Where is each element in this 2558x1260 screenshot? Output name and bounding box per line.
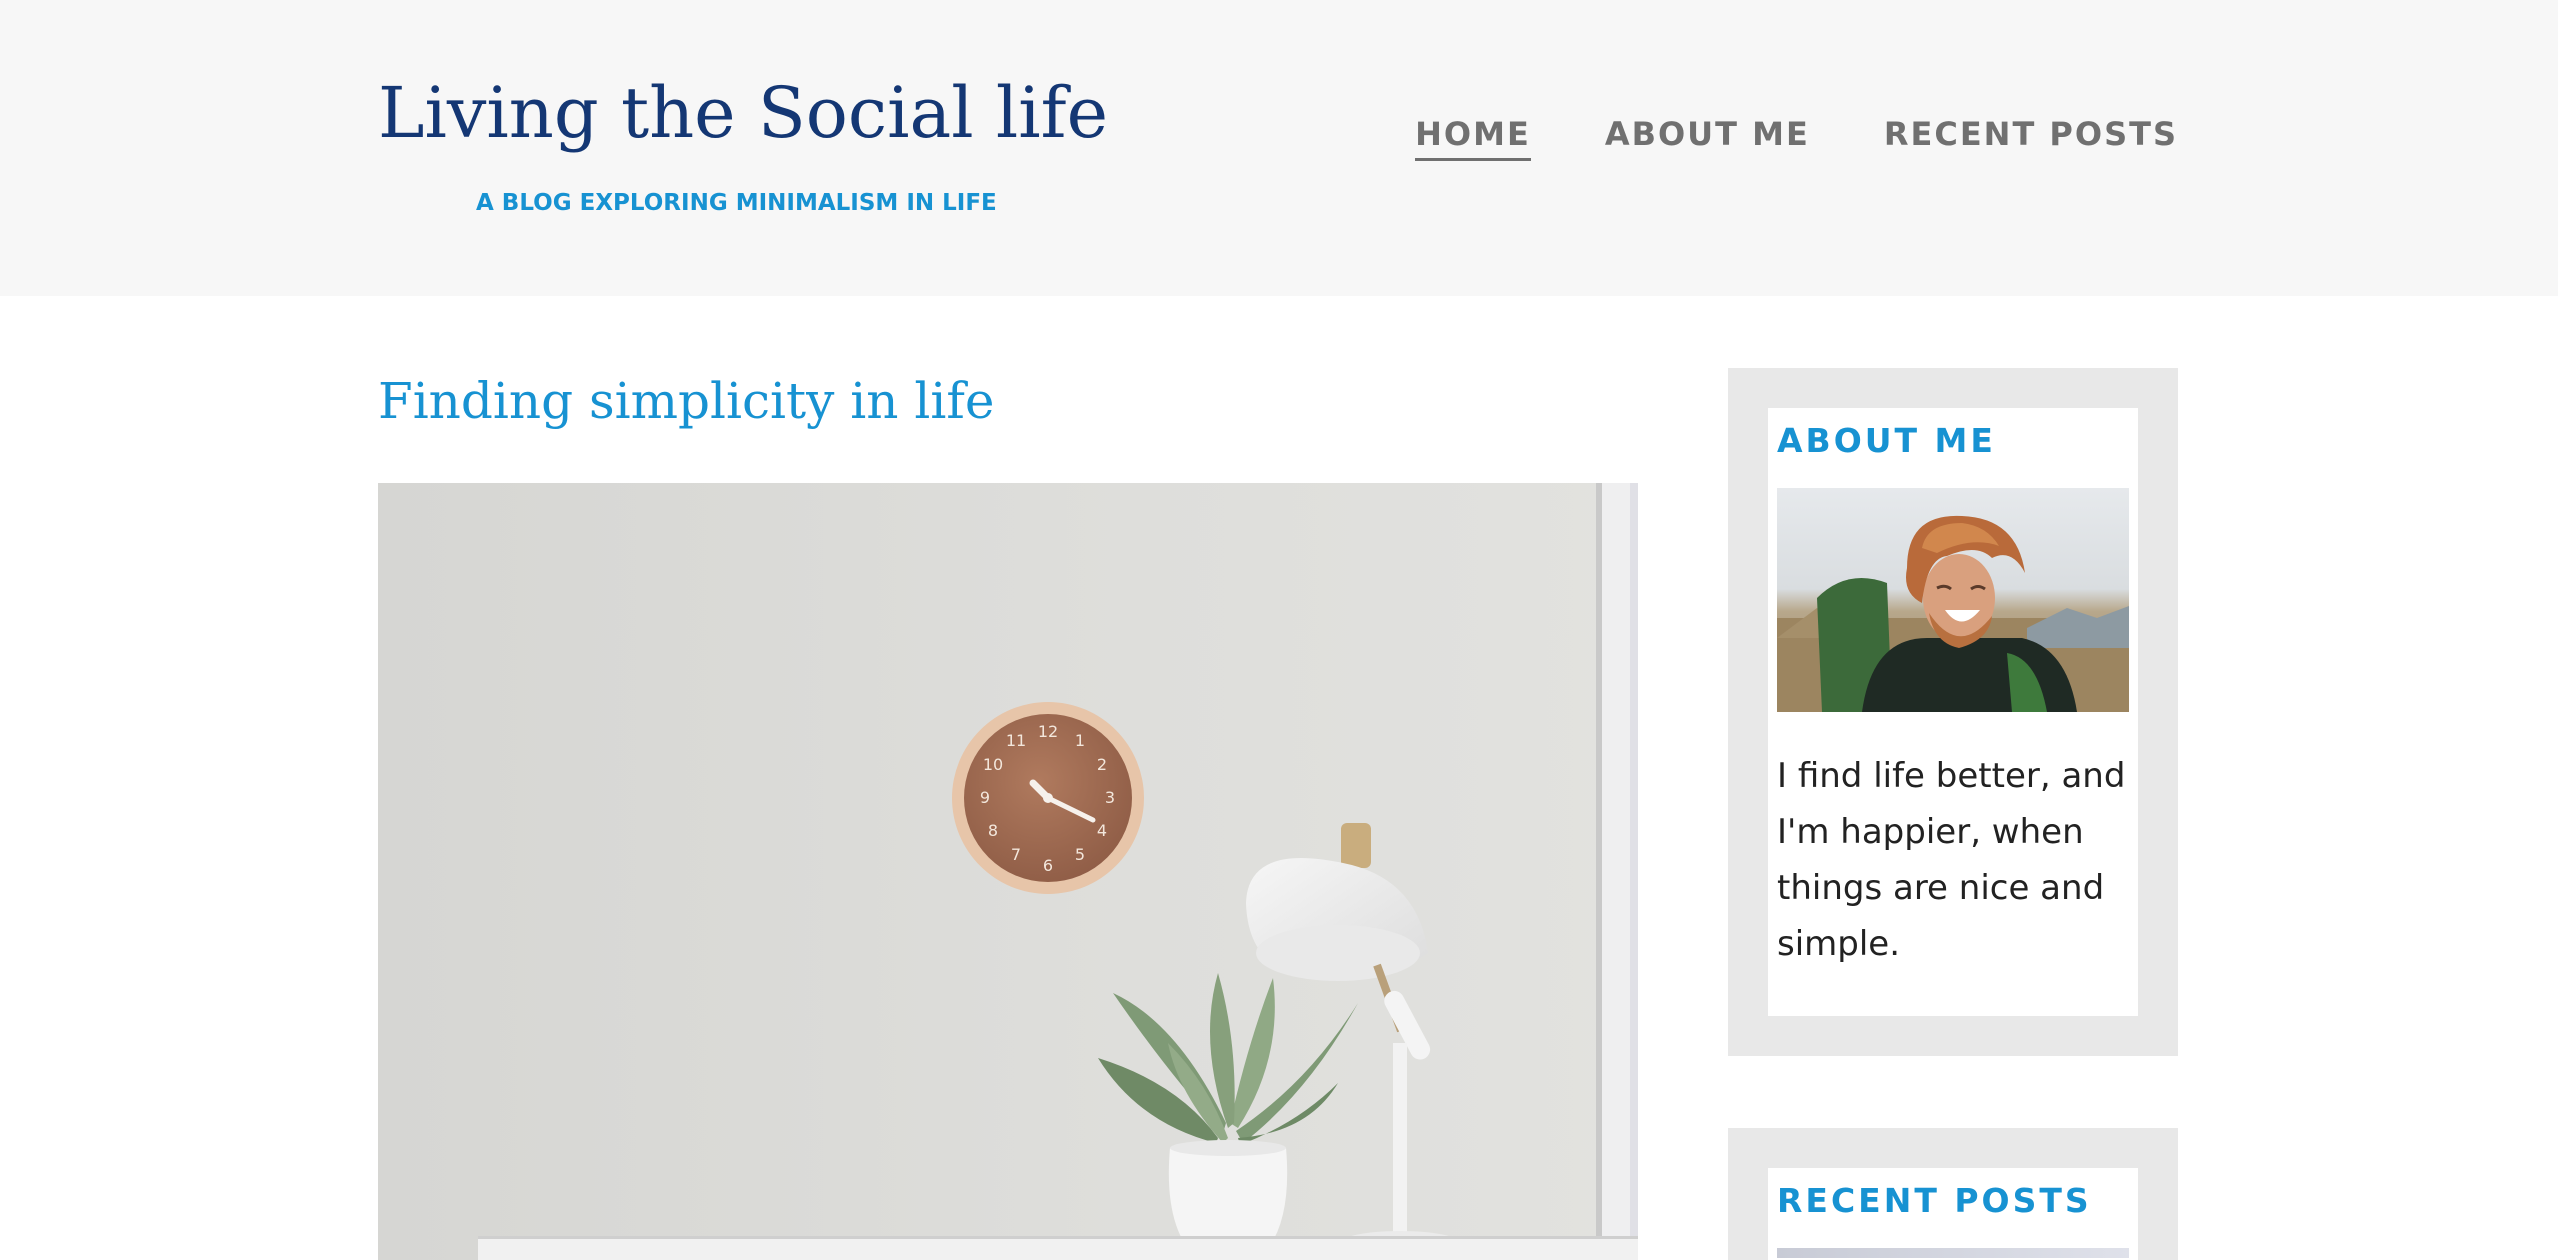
- recent-posts-card: RECENT POSTS: [1768, 1168, 2138, 1260]
- author-photo: [1777, 488, 2129, 712]
- article-featured-image[interactable]: 12 1 2 3 4 5 6 7 8 9 10 11: [378, 483, 1638, 1260]
- svg-text:1: 1: [1075, 731, 1085, 750]
- svg-text:10: 10: [983, 755, 1003, 774]
- svg-text:12: 12: [1038, 722, 1058, 741]
- svg-text:5: 5: [1075, 845, 1085, 864]
- recent-post-thumbnail[interactable]: [1777, 1248, 2129, 1258]
- svg-text:9: 9: [980, 788, 990, 807]
- clock-illustration: 12 1 2 3 4 5 6 7 8 9 10 11: [952, 702, 1144, 894]
- svg-text:3: 3: [1105, 788, 1115, 807]
- svg-text:7: 7: [1011, 845, 1021, 864]
- svg-text:4: 4: [1097, 821, 1107, 840]
- site-subtitle: A BLOG EXPLORING MINIMALISM IN LIFE: [476, 190, 997, 216]
- about-me-widget: ABOUT ME I find life better, and I'm hap…: [1728, 368, 2178, 1056]
- article-title[interactable]: Finding simplicity in life: [378, 376, 994, 426]
- svg-text:6: 6: [1043, 856, 1053, 875]
- nav-recent-posts-link[interactable]: RECENT POSTS: [1884, 118, 2178, 161]
- about-me-card: ABOUT ME I find life better, and I'm hap…: [1768, 408, 2138, 1016]
- site-title[interactable]: Living the Social life: [378, 78, 1108, 148]
- svg-text:2: 2: [1097, 755, 1107, 774]
- nav-about-me-link[interactable]: ABOUT ME: [1605, 118, 1810, 161]
- recent-posts-heading: RECENT POSTS: [1777, 1181, 2092, 1220]
- recent-posts-widget: RECENT POSTS: [1728, 1128, 2178, 1260]
- about-me-heading: ABOUT ME: [1777, 421, 1996, 460]
- main-nav: HOME ABOUT ME RECENT POSTS: [1415, 118, 2178, 161]
- about-me-text: I find life better, and I'm happier, whe…: [1777, 756, 2126, 964]
- svg-text:11: 11: [1006, 731, 1026, 750]
- svg-text:8: 8: [988, 821, 998, 840]
- site-header: Living the Social life A BLOG EXPLORING …: [0, 0, 2558, 296]
- nav-home-link[interactable]: HOME: [1415, 118, 1531, 161]
